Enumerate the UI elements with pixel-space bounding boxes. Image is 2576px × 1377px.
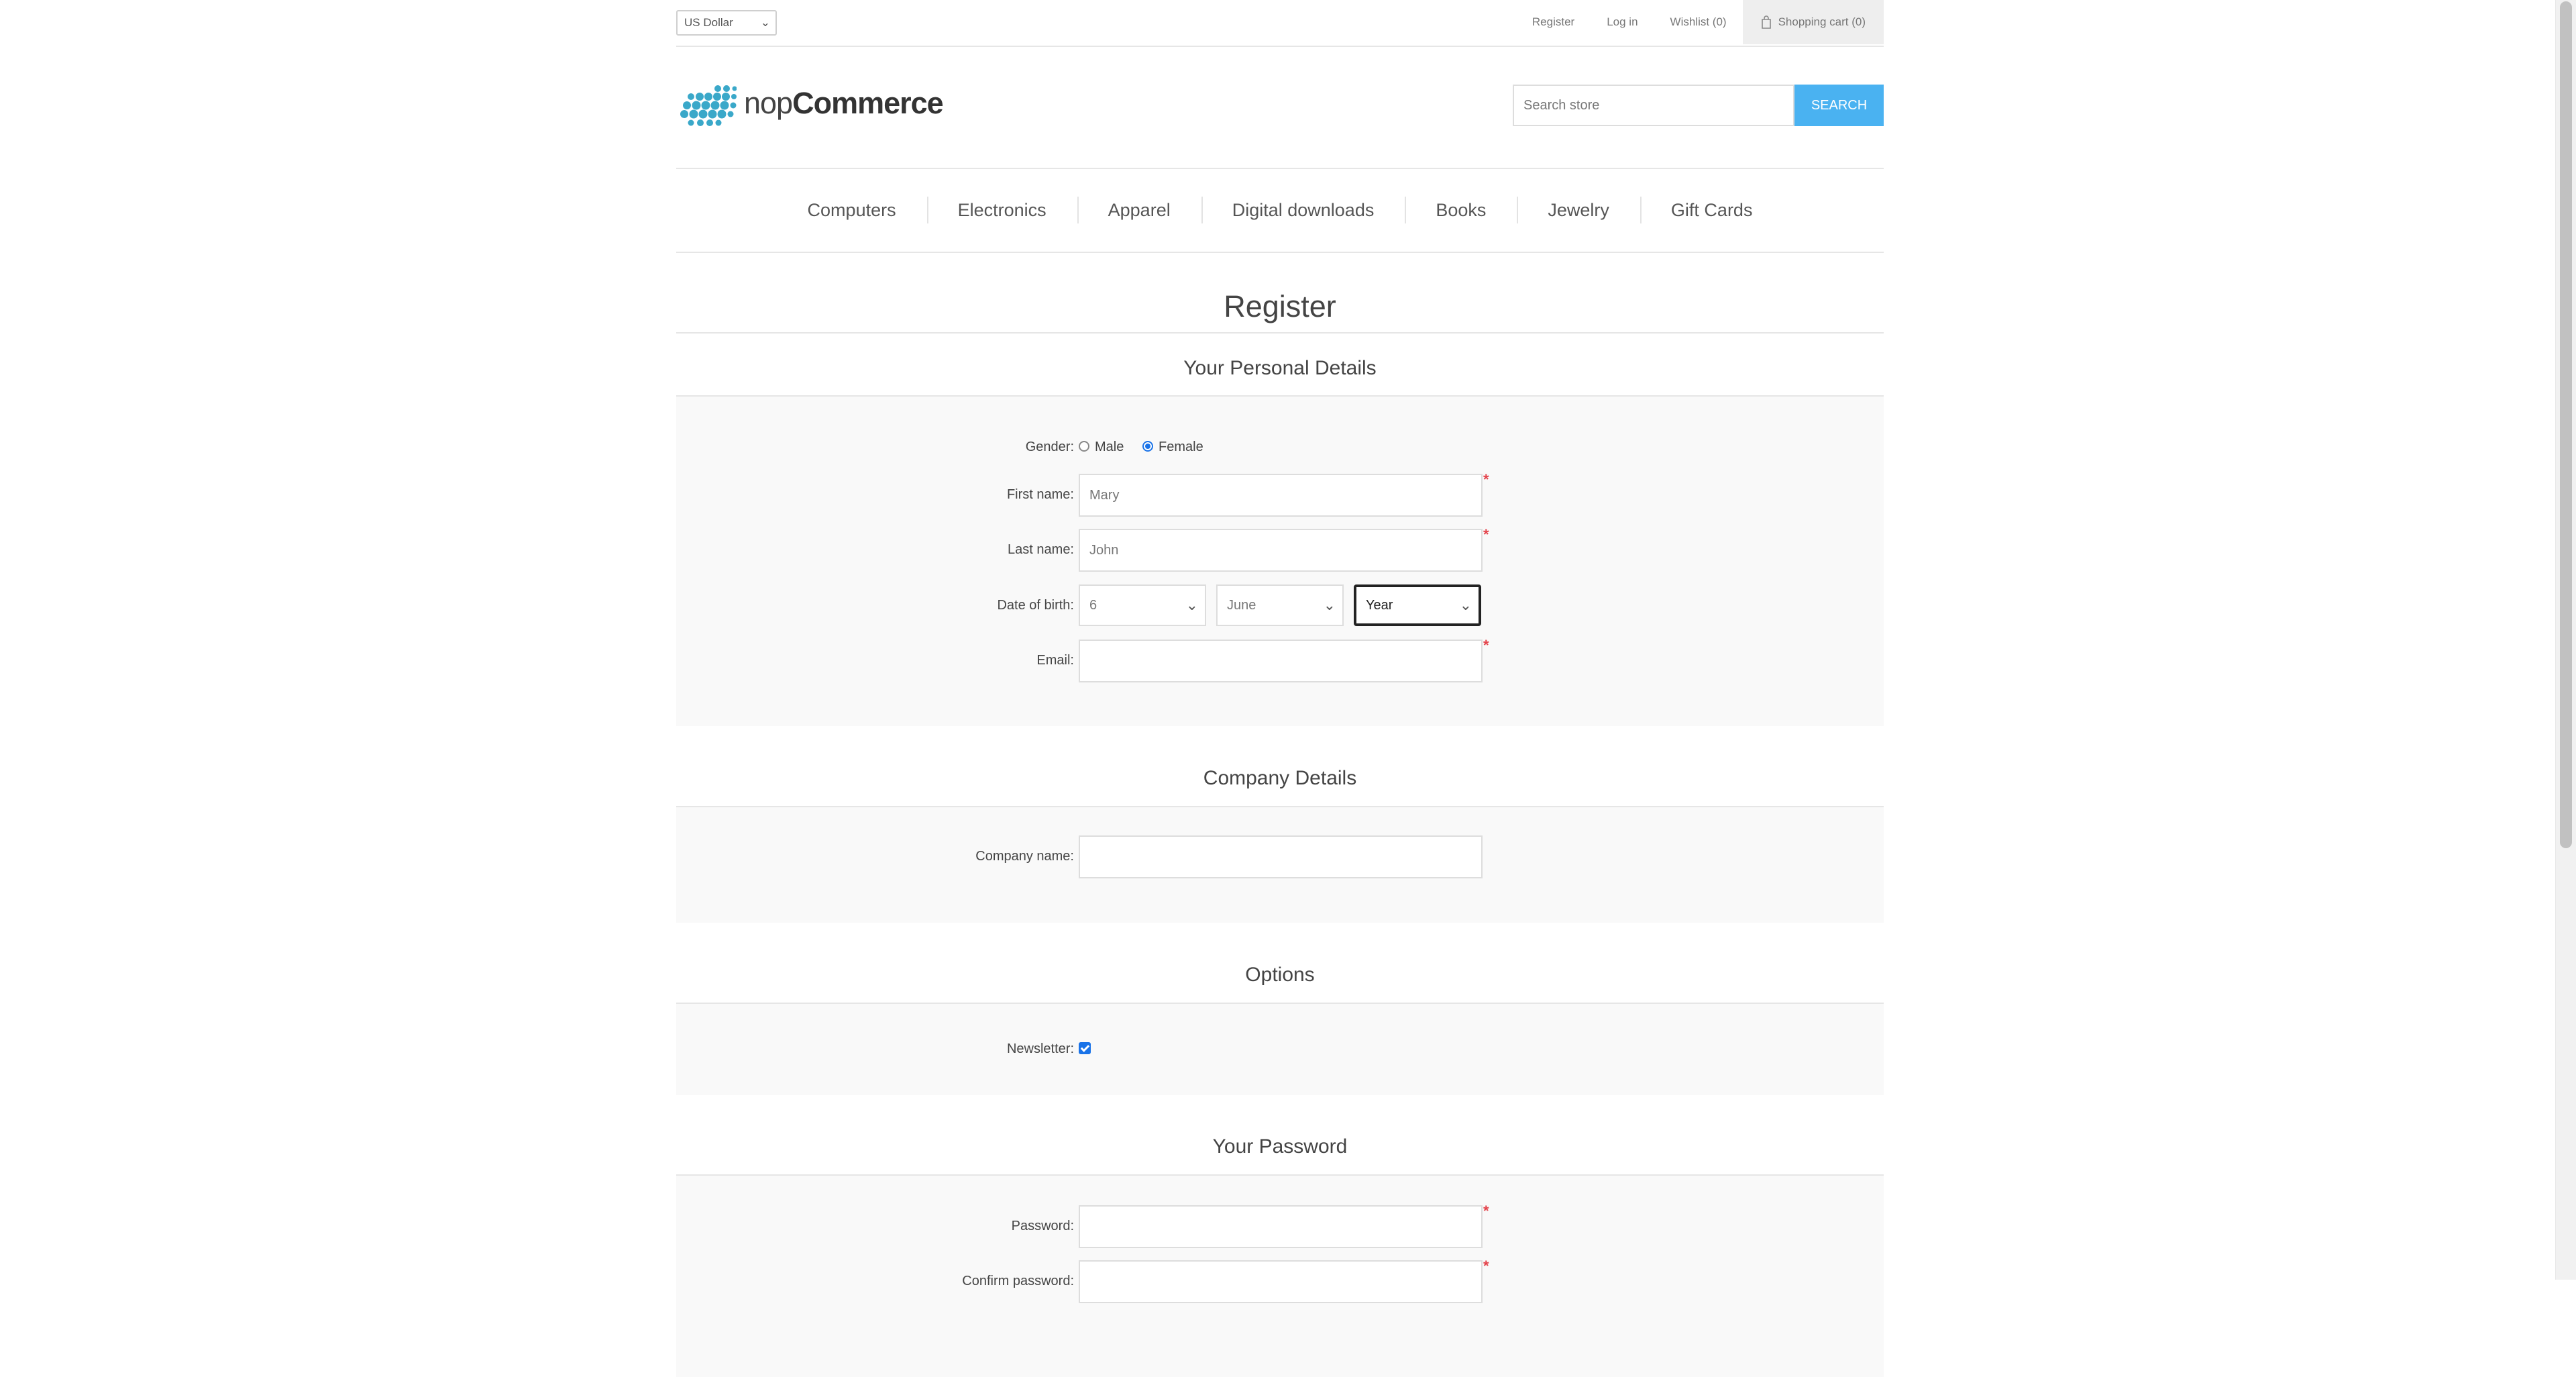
- wishlist-link[interactable]: Wishlist (0): [1670, 15, 1727, 29]
- vertical-scrollbar[interactable]: [2555, 0, 2576, 1280]
- dob-month-value: June: [1227, 598, 1256, 613]
- header-links-bar: US Dollar ⌄ Register Log in Wishlist (0)…: [676, 0, 1884, 47]
- password-row: Password: *: [676, 1203, 1884, 1248]
- gender-female-radio[interactable]: [1142, 441, 1153, 452]
- top-menu: Computers Electronics Apparel Digital do…: [676, 169, 1884, 253]
- options-form: Newsletter:: [676, 1004, 1884, 1095]
- newsletter-label: Newsletter:: [1006, 1041, 1074, 1056]
- confirm-password-label: Confirm password:: [962, 1274, 1074, 1288]
- dob-year-select[interactable]: Year ⌄: [1354, 584, 1481, 626]
- company-details-form: Company name:: [676, 807, 1884, 923]
- chevron-down-icon: ⌄: [760, 16, 770, 29]
- login-link[interactable]: Log in: [1607, 15, 1638, 29]
- last-name-field[interactable]: John: [1079, 529, 1483, 572]
- shopping-bag-icon: [1761, 15, 1771, 29]
- gender-label: Gender:: [1025, 440, 1074, 454]
- menu-item-apparel[interactable]: Apparel: [1077, 197, 1201, 223]
- page-title: Register: [676, 253, 1884, 334]
- confirm-password-field[interactable]: [1079, 1260, 1483, 1303]
- newsletter-checkbox[interactable]: [1079, 1042, 1091, 1054]
- confirm-password-row: Confirm password: *: [676, 1258, 1884, 1303]
- gender-row: Gender: Male Female: [676, 426, 1884, 469]
- company-details-title: Company Details: [676, 726, 1884, 807]
- logo-suffix: Commerce: [792, 86, 944, 120]
- gender-female-label[interactable]: Female: [1159, 440, 1203, 455]
- newsletter-row: Newsletter:: [676, 1028, 1884, 1071]
- shopping-cart-link[interactable]: Shopping cart (0): [1742, 0, 1884, 44]
- menu-item-electronics[interactable]: Electronics: [926, 197, 1077, 223]
- last-name-row: Last name: John *: [676, 526, 1884, 572]
- menu-item-gift-cards[interactable]: Gift Cards: [1640, 197, 1784, 223]
- password-form: Password: * Confirm password: *: [676, 1176, 1884, 1377]
- date-of-birth-row: Date of birth: 6 ⌄ June ⌄ Year ⌄: [676, 584, 1884, 627]
- required-mark: *: [1483, 471, 1489, 488]
- chevron-down-icon: ⌄: [1185, 597, 1198, 613]
- required-mark: *: [1483, 637, 1489, 654]
- required-mark: *: [1483, 1203, 1489, 1219]
- logo-wordmark[interactable]: nopCommerce: [744, 86, 944, 121]
- gender-male-radio[interactable]: [1079, 441, 1089, 452]
- email-label: Email:: [1036, 653, 1074, 668]
- company-name-field[interactable]: [1079, 835, 1483, 878]
- email-field[interactable]: [1079, 640, 1483, 682]
- last-name-label: Last name:: [1008, 542, 1074, 557]
- gender-male-label[interactable]: Male: [1095, 440, 1124, 455]
- shopping-cart-label: Shopping cart (0): [1778, 15, 1866, 28]
- email-row: Email: *: [676, 637, 1884, 682]
- currency-value: US Dollar: [684, 16, 733, 29]
- company-name-row: Company name:: [676, 835, 1884, 878]
- menu-item-computers[interactable]: Computers: [777, 200, 927, 221]
- header-logo-search: nopCommerce Search store SEARCH: [676, 47, 1884, 169]
- last-name-value: John: [1089, 543, 1119, 558]
- required-mark: *: [1483, 526, 1489, 543]
- currency-selector[interactable]: US Dollar ⌄: [676, 10, 777, 36]
- first-name-label: First name:: [1006, 487, 1074, 502]
- dob-day-value: 6: [1089, 598, 1097, 613]
- dob-year-value: Year: [1366, 598, 1393, 613]
- options-title: Options: [676, 923, 1884, 1004]
- menu-item-jewelry[interactable]: Jewelry: [1517, 197, 1640, 223]
- first-name-value: Mary: [1089, 488, 1120, 503]
- password-field[interactable]: [1079, 1205, 1483, 1248]
- dob-month-select[interactable]: June ⌄: [1216, 584, 1344, 626]
- page: US Dollar ⌄ Register Log in Wishlist (0)…: [676, 0, 1884, 1377]
- dob-day-select[interactable]: 6 ⌄: [1079, 584, 1206, 626]
- password-title: Your Password: [676, 1095, 1884, 1176]
- chevron-down-icon: ⌄: [1459, 597, 1472, 613]
- register-link[interactable]: Register: [1532, 15, 1574, 29]
- logo-dots-icon[interactable]: [679, 85, 737, 126]
- search-input[interactable]: Search store: [1513, 85, 1794, 126]
- company-name-label: Company name:: [975, 849, 1074, 864]
- first-name-field[interactable]: Mary: [1079, 474, 1483, 517]
- menu-item-digital-downloads[interactable]: Digital downloads: [1201, 197, 1405, 223]
- logo-prefix: nop: [744, 86, 793, 120]
- personal-details-title: Your Personal Details: [676, 334, 1884, 397]
- chevron-down-icon: ⌄: [1323, 597, 1336, 613]
- required-mark: *: [1483, 1258, 1489, 1274]
- menu-item-books[interactable]: Books: [1405, 197, 1517, 223]
- password-label: Password:: [1011, 1219, 1074, 1233]
- first-name-row: First name: Mary *: [676, 471, 1884, 517]
- date-of-birth-label: Date of birth:: [997, 598, 1074, 613]
- personal-details-form: Gender: Male Female First name: Mary * L…: [676, 397, 1884, 726]
- search-button[interactable]: SEARCH: [1794, 85, 1884, 126]
- scrollbar-thumb[interactable]: [2560, 1, 2572, 848]
- search-placeholder: Search store: [1523, 98, 1600, 113]
- header-links: Register Log in Wishlist (0) Shopping ca…: [1532, 0, 1884, 44]
